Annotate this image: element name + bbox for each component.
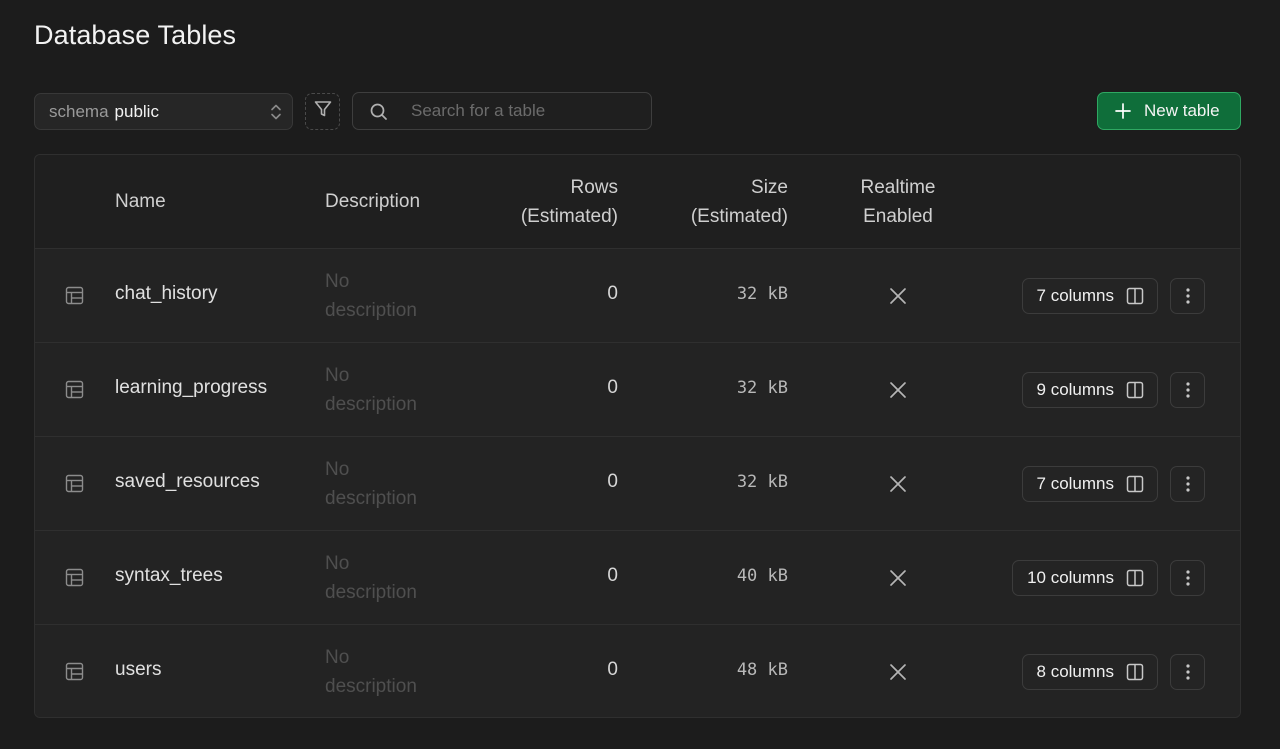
row-count: 0 [607,471,618,492]
columns-icon [1126,663,1144,681]
more-options-button[interactable] [1170,278,1205,314]
tables-list: Name Description Rows (Estimated) Size (… [34,154,1241,718]
description-line2: description [325,300,417,321]
columns-icon [1126,475,1144,493]
table-row[interactable]: chat_history No description 0 32 kB 7 co… [35,249,1240,343]
more-options-button[interactable] [1170,466,1205,502]
header-description: Description [325,191,421,212]
header-realtime-line1: Realtime [860,177,936,198]
x-icon [889,287,907,310]
columns-button[interactable]: 7 columns [1021,466,1158,502]
table-description: No description [325,361,465,419]
table-name[interactable]: chat_history [115,283,217,305]
table-row[interactable]: saved_resources No description 0 32 kB 7… [35,437,1240,531]
table-size: 32 kB [736,378,788,398]
table-name[interactable]: users [115,659,161,681]
more-vertical-icon [1185,476,1190,492]
header-name: Name [115,191,166,212]
table-header: Name Description Rows (Estimated) Size (… [35,155,1240,249]
table-name[interactable]: learning_progress [115,377,267,399]
description-line1: No [325,271,350,292]
table-row[interactable]: syntax_trees No description 0 40 kB 10 c… [35,531,1240,625]
table-size: 48 kB [736,660,788,680]
header-realtime: Realtime Enabled [857,173,939,231]
columns-icon [1126,569,1144,587]
description-line2: description [325,676,417,697]
description-line1: No [325,459,350,480]
columns-label: 8 columns [1036,662,1114,681]
table-name[interactable]: saved_resources [115,471,260,493]
columns-label: 10 columns [1027,568,1114,587]
table-icon [65,662,84,686]
search-box[interactable] [352,92,652,130]
columns-label: 7 columns [1036,286,1114,305]
new-table-label: New table [1144,101,1220,120]
table-icon [65,286,84,310]
chevron-up-down-icon [270,103,282,126]
columns-button[interactable]: 7 columns [1021,278,1158,314]
more-vertical-icon [1185,570,1190,586]
description-line2: description [325,394,417,415]
filter-icon [313,99,333,124]
row-count: 0 [607,659,618,680]
row-count: 0 [607,283,618,304]
header-rows-line1: Rows [570,177,618,198]
more-vertical-icon [1185,288,1190,304]
columns-label: 9 columns [1036,380,1114,399]
header-rows: Rows (Estimated) [521,173,618,231]
more-options-button[interactable] [1170,560,1205,596]
table-icon [65,568,84,592]
schema-select-value: public [114,101,159,121]
new-table-button[interactable]: New table [1097,92,1241,130]
table-icon [65,474,84,498]
x-icon [889,475,907,498]
table-description: No description [325,549,465,607]
more-options-button[interactable] [1170,372,1205,408]
page-title: Database Tables [34,20,237,50]
columns-icon [1126,381,1144,399]
header-rows-line2: (Estimated) [520,206,618,227]
table-description: No description [325,267,465,325]
table-description: No description [325,643,465,701]
search-icon [369,102,389,127]
columns-button[interactable]: 10 columns [1012,560,1158,596]
more-vertical-icon [1185,382,1190,398]
table-row[interactable]: learning_progress No description 0 32 kB… [35,343,1240,437]
description-line1: No [325,553,350,574]
table-description: No description [325,455,465,513]
table-row[interactable]: users No description 0 48 kB 8 columns [35,625,1240,717]
schema-select-key: schema [49,101,109,121]
header-realtime-line2: Enabled [863,206,933,227]
x-icon [889,569,907,592]
columns-icon [1126,287,1144,305]
header-size-line2: (Estimated) [690,206,788,227]
columns-button[interactable]: 8 columns [1021,654,1158,690]
row-count: 0 [607,565,618,586]
description-line1: No [325,365,350,386]
x-icon [889,663,907,686]
x-icon [889,381,907,404]
columns-label: 7 columns [1036,474,1114,493]
columns-button[interactable]: 9 columns [1021,372,1158,408]
more-vertical-icon [1185,664,1190,680]
table-icon [65,380,84,404]
table-name[interactable]: syntax_trees [115,565,223,587]
table-size: 32 kB [736,472,788,492]
plus-icon [1115,103,1131,119]
schema-select[interactable]: schema public [34,93,293,130]
table-size: 32 kB [736,284,788,304]
header-size-line1: Size [751,177,788,198]
search-input[interactable] [411,93,641,129]
database-tables-page: Database Tables schema public New table [0,0,1280,749]
header-size: Size (Estimated) [691,173,788,231]
description-line2: description [325,488,417,509]
description-line2: description [325,582,417,603]
description-line1: No [325,647,350,668]
table-size: 40 kB [736,566,788,586]
more-options-button[interactable] [1170,654,1205,690]
filter-button[interactable] [305,93,340,130]
row-count: 0 [607,377,618,398]
